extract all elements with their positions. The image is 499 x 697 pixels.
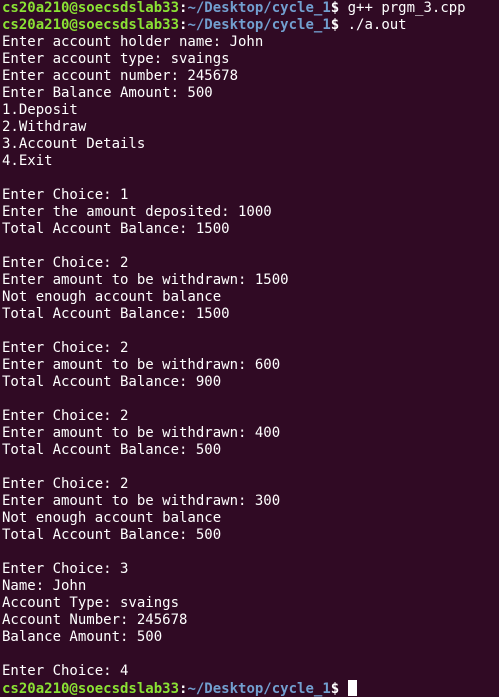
output-line: Total Account Balance: 500: [2, 442, 222, 458]
output-line: Enter Choice: 2: [2, 408, 129, 424]
output-line: Enter amount to be withdrawn: 300: [2, 493, 281, 509]
command-text: g++ prgm_3.cpp: [347, 0, 466, 16]
output-line: Enter the amount deposited: 1000: [2, 204, 272, 220]
output-line: Enter account number: 245678: [2, 68, 239, 84]
prompt-symbol: $: [330, 681, 348, 697]
output-line: Enter Balance Amount: 500: [2, 85, 213, 101]
output-line: Enter account holder name: John: [2, 34, 264, 50]
output-line: Enter Choice: 2: [2, 340, 129, 356]
output-line: Not enough account balance: [2, 289, 222, 305]
output-line: Name: John: [2, 578, 87, 594]
prompt-line: cs20a210@soecsdslab33:~/Desktop/cycle_1$…: [2, 0, 499, 17]
output-line: Enter amount to be withdrawn: 400: [2, 425, 281, 441]
output-line: Account Type: svaings: [2, 595, 180, 611]
output-line: Not enough account balance: [2, 510, 222, 526]
output-line: 2.Withdraw: [2, 119, 87, 135]
program-output: Enter account holder name: John Enter acc…: [2, 34, 499, 680]
output-line: Total Account Balance: 900: [2, 374, 222, 390]
prompt-user-host: cs20a210@soecsdslab33: [2, 0, 180, 16]
terminal-window[interactable]: cs20a210@soecsdslab33:~/Desktop/cycle_1$…: [0, 0, 499, 697]
output-line: 3.Account Details: [2, 136, 146, 152]
active-prompt-line[interactable]: cs20a210@soecsdslab33:~/Desktop/cycle_1$: [2, 680, 499, 697]
prompt-path: ~/Desktop/cycle_1: [187, 0, 331, 16]
command-text: ./a.out: [347, 17, 407, 33]
prompt-path: ~/Desktop/cycle_1: [187, 17, 331, 33]
output-line: Enter amount to be withdrawn: 1500: [2, 272, 289, 288]
output-line: 4.Exit: [2, 153, 53, 169]
prompt-symbol: $: [330, 0, 348, 16]
output-line: Total Account Balance: 500: [2, 527, 222, 543]
output-line: Enter Choice: 4: [2, 663, 129, 679]
output-line: Enter account type: svaings: [2, 51, 230, 67]
terminal-cursor[interactable]: [347, 680, 357, 696]
output-line: Account Number: 245678: [2, 612, 188, 628]
prompt-line: cs20a210@soecsdslab33:~/Desktop/cycle_1$…: [2, 17, 499, 34]
output-line: Enter Choice: 3: [2, 561, 129, 577]
prompt-user-host: cs20a210@soecsdslab33: [2, 681, 180, 697]
output-line: Total Account Balance: 1500: [2, 221, 230, 237]
prompt-user-host: cs20a210@soecsdslab33: [2, 17, 180, 33]
output-line: Enter Choice: 2: [2, 255, 129, 271]
output-line: Enter Choice: 2: [2, 476, 129, 492]
output-line: Enter amount to be withdrawn: 600: [2, 357, 281, 373]
output-line: Balance Amount: 500: [2, 629, 163, 645]
output-line: Total Account Balance: 1500: [2, 306, 230, 322]
prompt-path: ~/Desktop/cycle_1: [187, 681, 331, 697]
output-line: Enter Choice: 1: [2, 187, 129, 203]
prompt-symbol: $: [330, 17, 348, 33]
output-line: 1.Deposit: [2, 102, 78, 118]
